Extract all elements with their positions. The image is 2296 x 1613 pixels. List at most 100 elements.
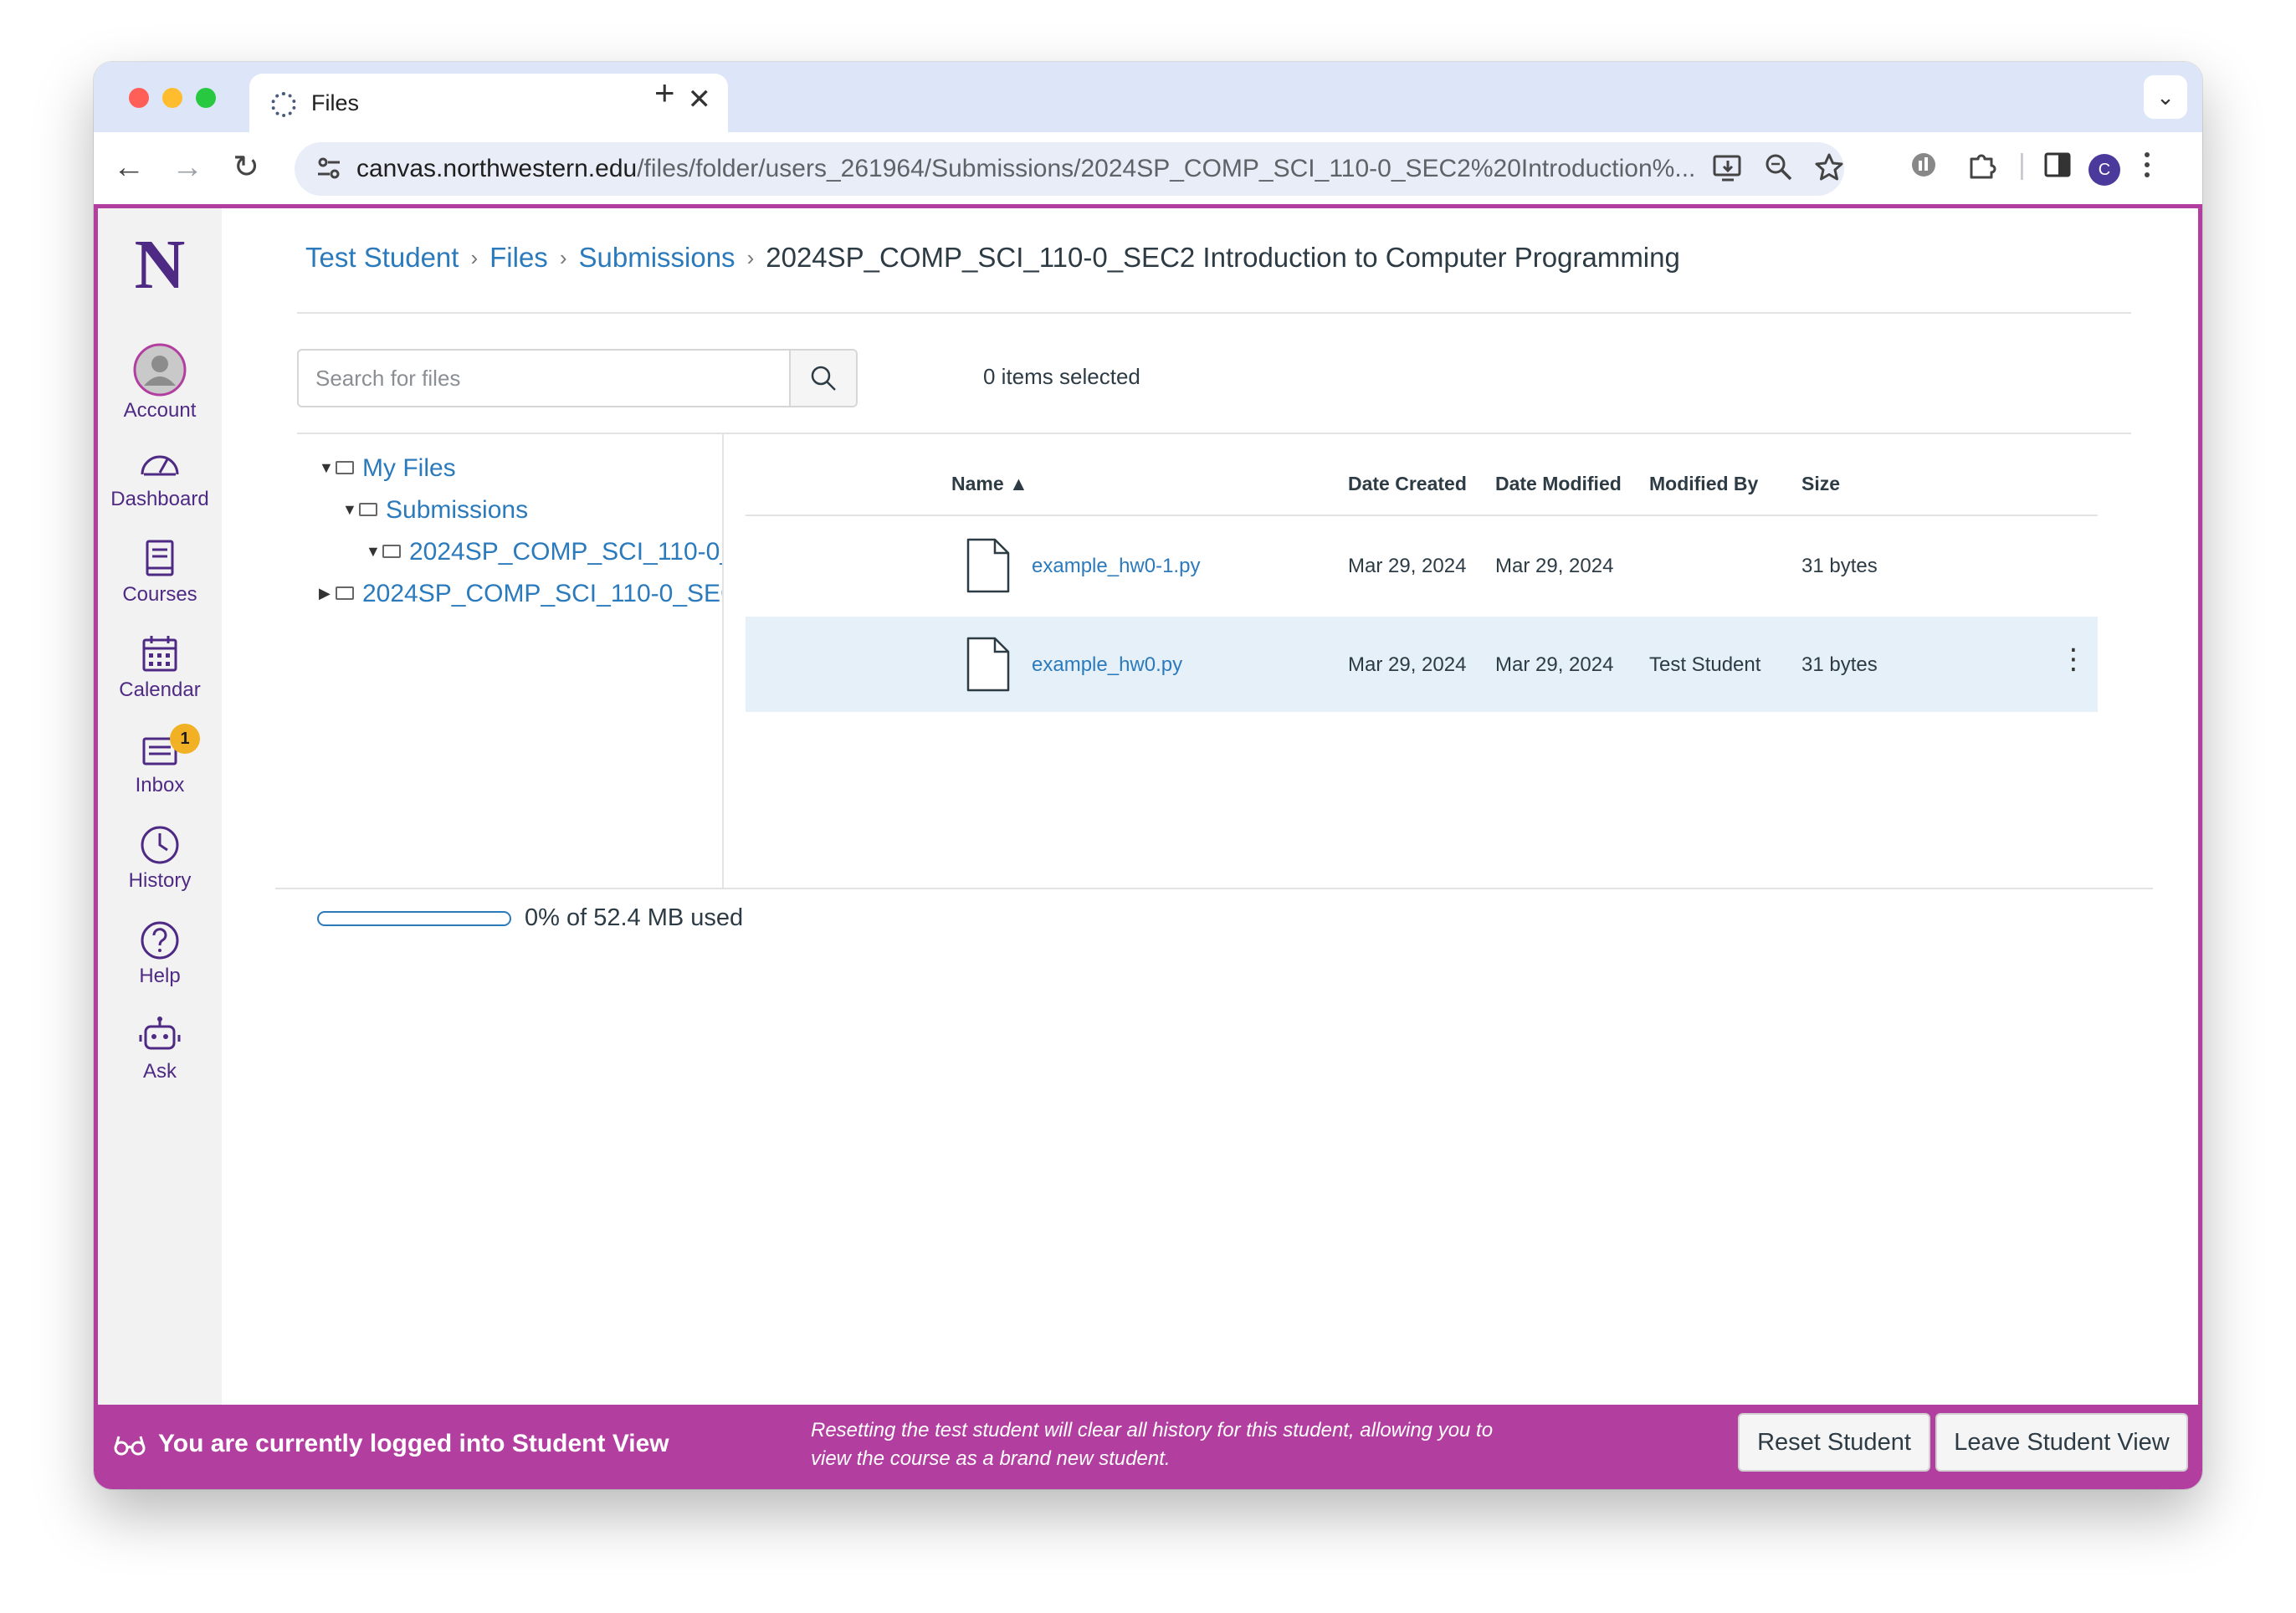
minimize-window-button[interactable] (162, 88, 182, 108)
breadcrumb-submissions[interactable]: Submissions (578, 242, 735, 273)
tree-item-label: 2024SP_COMP_SCI_110-0_SEC2 Introduction … (409, 538, 722, 566)
tree-item-course-submissions[interactable]: ▼ 2024SP_COMP_SCI_110-0_SEC2 Introduction… (366, 538, 722, 566)
nav-history-label: History (128, 869, 192, 892)
expand-caret-icon[interactable]: ▼ (342, 501, 359, 519)
quota-text: 0% of 52.4 MB used (525, 904, 744, 931)
nav-ask[interactable]: Ask (98, 1013, 222, 1083)
search-box (297, 349, 858, 407)
tree-item-my-files[interactable]: ▼ My Files (319, 454, 456, 483)
breadcrumb-files[interactable]: Files (489, 242, 548, 273)
tree-item-label: Submissions (386, 496, 529, 524)
tab-title: Files (311, 90, 360, 115)
site-settings-icon[interactable] (315, 154, 343, 187)
bookmark-star-icon[interactable] (1814, 152, 1844, 187)
expand-caret-icon[interactable]: ▼ (366, 543, 382, 561)
student-view-message: You are currently logged into Student Vi… (158, 1430, 669, 1457)
nav-history[interactable]: History (98, 822, 222, 893)
folder-icon (336, 461, 354, 474)
dashboard-icon (141, 455, 179, 476)
back-button[interactable]: ← (109, 147, 149, 187)
search-icon (811, 366, 836, 391)
side-panel-icon[interactable] (2043, 151, 2072, 184)
tab-close-icon[interactable]: ✕ (688, 85, 712, 114)
canvas-favicon-icon (271, 92, 296, 117)
nav-courses[interactable]: Courses (98, 536, 222, 607)
install-app-icon[interactable] (1712, 152, 1744, 189)
nav-ask-label: Ask (142, 1060, 177, 1083)
quota-progress-bar (317, 911, 511, 926)
performance-icon[interactable] (1909, 151, 1938, 184)
profile-avatar[interactable]: C (2088, 154, 2120, 186)
folder-icon (336, 586, 354, 600)
file-name-link[interactable]: example_hw0-1.py (1032, 555, 1200, 578)
breadcrumb-separator: › (559, 245, 567, 270)
date-modified: Mar 29, 2024 (1495, 555, 1614, 577)
file-size: 31 bytes (1801, 555, 1878, 577)
url-text[interactable]: canvas.northwestern.edu/files/folder/use… (356, 155, 1695, 183)
file-name-link[interactable]: example_hw0.py (1032, 653, 1182, 677)
nav-calendar[interactable]: Calendar (98, 632, 222, 702)
url-path: /files/folder/users_261964/Submissions/2… (637, 155, 1695, 182)
folder-icon (382, 545, 401, 558)
tab-search-button[interactable]: ⌄ (2144, 75, 2187, 119)
nav-account[interactable]: Account (98, 342, 222, 422)
robot-icon (139, 1016, 181, 1050)
maximize-window-button[interactable] (196, 88, 216, 108)
avatar-icon (133, 343, 187, 397)
expand-caret-icon[interactable]: ▼ (319, 459, 336, 477)
tree-item-label: My Files (362, 454, 456, 482)
nav-inbox-label: Inbox (135, 774, 185, 796)
breadcrumb-test-student[interactable]: Test Student (305, 242, 459, 273)
column-header-size[interactable]: Size (1801, 473, 1840, 495)
search-button[interactable] (789, 351, 856, 406)
column-header-name[interactable]: Name ▲ (951, 473, 1028, 495)
breadcrumb-separator: › (746, 245, 755, 270)
help-question-icon (141, 921, 179, 960)
northwestern-logo[interactable]: N (98, 230, 222, 300)
inbox-unread-badge: 1 (170, 724, 200, 754)
divider (275, 888, 2153, 889)
zoom-icon[interactable] (1764, 152, 1794, 187)
nav-help-label: Help (139, 965, 181, 987)
files-content: Test Student › Files › Submissions › 2024SP_CO… (222, 208, 2198, 1413)
column-header-modified-by[interactable]: Modified By (1649, 473, 1758, 495)
table-row[interactable]: example_hw0.py Mar 29, 2024 Mar 29, 2024… (746, 617, 2098, 712)
file-size: 31 bytes (1801, 653, 1878, 676)
more-options-icon[interactable]: ⋮ (2059, 645, 2088, 673)
new-tab-button[interactable]: + (654, 75, 675, 110)
clock-icon (141, 826, 179, 864)
selected-count: 0 items selected (983, 364, 1140, 389)
date-created: Mar 29, 2024 (1348, 653, 1467, 676)
expand-caret-icon[interactable]: ▶ (319, 585, 336, 602)
breadcrumb-current: 2024SP_COMP_SCI_110-0_SEC2 Introduction … (766, 242, 1680, 273)
browser-window: Files ✕ + ⌄ ← → ↻ canvas.northwestern.ed… (94, 62, 2202, 1489)
glasses-icon (114, 1436, 146, 1456)
table-row[interactable]: example_hw0-1.py Mar 29, 2024 Mar 29, 20… (746, 518, 2098, 613)
calendar-icon (142, 636, 177, 672)
date-modified: Mar 29, 2024 (1495, 653, 1614, 676)
extensions-icon[interactable] (1966, 151, 1996, 186)
nav-dashboard[interactable]: Dashboard (98, 441, 222, 511)
close-window-button[interactable] (129, 88, 149, 108)
address-bar[interactable]: canvas.northwestern.edu/files/folder/use… (295, 142, 1844, 196)
search-input[interactable] (299, 351, 791, 406)
file-icon (966, 538, 1010, 593)
tree-item-course-files[interactable]: ▶ 2024SP_COMP_SCI_110-0_SEC2 Introduction… (319, 580, 722, 608)
breadcrumb: Test Student › Files › Submissions › 2024SP_CO… (305, 242, 1680, 274)
url-host: canvas.northwestern.edu (356, 155, 638, 182)
tab-strip: Files ✕ + ⌄ (94, 62, 2202, 132)
tree-item-submissions[interactable]: ▼ Submissions (342, 496, 528, 525)
reload-button[interactable]: ↻ (226, 147, 266, 187)
column-header-date-modified[interactable]: Date Modified (1495, 473, 1622, 495)
nav-account-label: Account (123, 399, 197, 422)
nav-help[interactable]: Help (98, 918, 222, 988)
nav-calendar-label: Calendar (119, 678, 201, 701)
column-header-date-created[interactable]: Date Created (1348, 473, 1467, 495)
header-divider (746, 515, 2098, 516)
leave-student-view-button[interactable]: Leave Student View (1935, 1413, 2188, 1472)
nav-inbox[interactable]: 1 Inbox (98, 724, 222, 797)
reset-student-button[interactable]: Reset Student (1738, 1413, 1930, 1472)
folder-tree: ▼ My Files ▼ Submissions ▼ 2024SP_COMP_SCI_… (297, 434, 724, 888)
forward-button[interactable]: → (167, 147, 208, 187)
browser-menu-icon[interactable] (2142, 151, 2152, 184)
